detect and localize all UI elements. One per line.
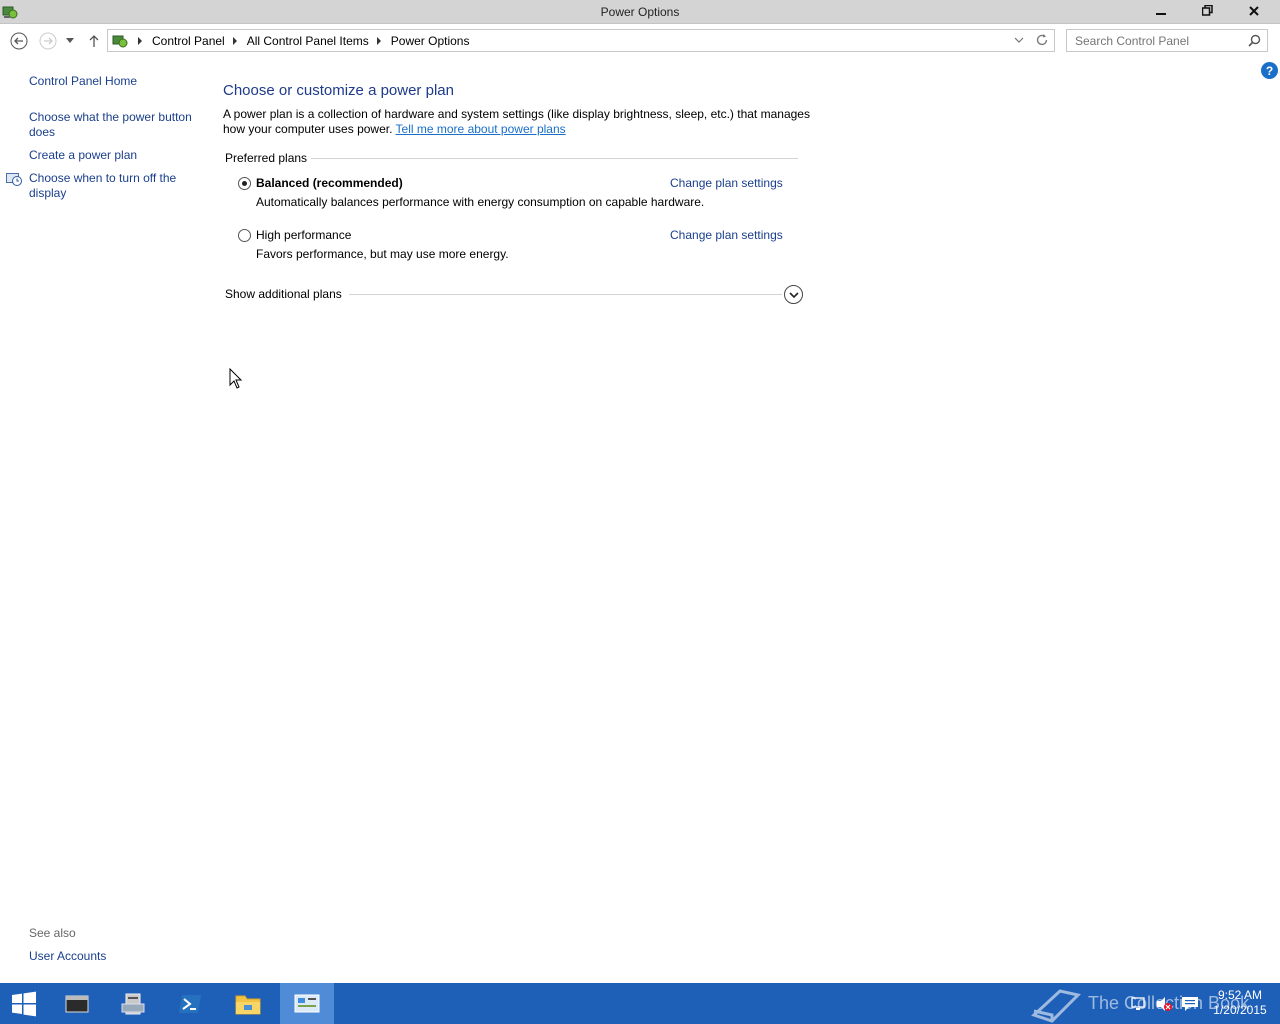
start-button[interactable]: [0, 983, 48, 1024]
breadcrumb-all-control-panel-items[interactable]: All Control Panel Items: [247, 34, 369, 48]
windows-logo-icon: [12, 991, 36, 1016]
task-view-icon: [65, 995, 89, 1012]
window-title: Power Options: [600, 5, 680, 19]
plan-balanced-change-settings-link[interactable]: Change plan settings: [670, 176, 783, 190]
learn-more-link[interactable]: Tell me more about power plans: [396, 122, 566, 136]
notification-icon: [1182, 996, 1198, 1011]
plan-high-performance-radio[interactable]: [238, 229, 251, 242]
network-tray-button[interactable]: [1128, 983, 1148, 1024]
volume-tray-button[interactable]: [1153, 983, 1175, 1024]
system-clock[interactable]: 9:52 AM 1/20/2015: [1205, 988, 1275, 1018]
plan-high-performance-name[interactable]: High performance: [256, 228, 351, 242]
breadcrumb-control-panel[interactable]: Control Panel: [152, 34, 225, 48]
forward-button[interactable]: [38, 31, 58, 51]
plan-balanced-description: Automatically balances performance with …: [256, 195, 705, 209]
page-title: Choose or customize a power plan: [223, 82, 454, 99]
expand-additional-plans-button[interactable]: [784, 285, 803, 304]
help-button[interactable]: ?: [1261, 62, 1278, 79]
breadcrumb-separator-icon[interactable]: [376, 37, 381, 45]
clock-date: 1/20/2015: [1213, 1003, 1267, 1017]
address-history-chevron-icon[interactable]: [1014, 35, 1024, 45]
address-bar[interactable]: Control Panel All Control Panel Items Po…: [107, 29, 1055, 52]
close-icon: [1249, 5, 1259, 16]
page-description: A power plan is a collection of hardware…: [223, 107, 813, 137]
chevron-down-icon: [66, 38, 74, 43]
restore-icon: [1201, 5, 1213, 16]
chevron-down-icon: [788, 291, 799, 298]
breadcrumb-power-options[interactable]: Power Options: [391, 34, 470, 48]
back-button[interactable]: [9, 31, 29, 51]
control-panel-icon: [112, 35, 128, 48]
breadcrumb-separator-icon[interactable]: [138, 37, 142, 45]
create-power-plan-link[interactable]: Create a power plan: [29, 148, 204, 163]
left-navigation-pane: Control Panel Home Choose what the power…: [0, 57, 210, 983]
see-also-heading: See also: [29, 926, 76, 940]
up-arrow-icon: [89, 35, 99, 47]
restore-button[interactable]: [1184, 0, 1230, 21]
control-panel-home-link[interactable]: Control Panel Home: [29, 74, 204, 89]
preferred-plans-divider: [311, 158, 798, 159]
mouse-cursor-icon: [229, 368, 243, 389]
minimize-button[interactable]: [1138, 0, 1184, 21]
folder-icon: [235, 995, 261, 1014]
breadcrumb-separator-icon[interactable]: [232, 37, 237, 45]
additional-plans-divider: [349, 294, 782, 295]
plan-high-performance-change-settings-link[interactable]: Change plan settings: [670, 228, 783, 242]
breadcrumb: Control Panel All Control Panel Items Po…: [132, 34, 469, 48]
task-view-button[interactable]: [51, 983, 103, 1024]
search-input[interactable]: [1067, 30, 1243, 51]
navigation-bar: Control Panel All Control Panel Items Po…: [0, 25, 1280, 57]
action-center-button[interactable]: [1178, 983, 1202, 1024]
up-button[interactable]: [84, 31, 104, 51]
file-explorer-button[interactable]: [222, 983, 274, 1024]
help-icon: ?: [1265, 63, 1274, 78]
powershell-icon: [179, 994, 201, 1013]
title-bar: Power Options: [0, 0, 1280, 24]
server-manager-button[interactable]: [107, 983, 159, 1024]
refresh-icon[interactable]: [1035, 33, 1049, 47]
search-box[interactable]: [1066, 29, 1268, 52]
show-additional-plans-label[interactable]: Show additional plans: [225, 287, 342, 301]
display-clock-icon: [6, 173, 22, 186]
control-panel-taskbar-button[interactable]: [280, 983, 334, 1024]
speaker-muted-icon: [1157, 996, 1172, 1011]
plan-balanced-radio[interactable]: [238, 177, 251, 190]
control-panel-icon: [294, 994, 320, 1012]
power-button-settings-link[interactable]: Choose what the power button does: [29, 110, 204, 140]
recent-locations-button[interactable]: [62, 31, 78, 51]
clock-time: 9:52 AM: [1217, 988, 1263, 1002]
plan-high-performance-description: Favors performance, but may use more ene…: [256, 247, 509, 261]
forward-arrow-icon: [39, 32, 57, 50]
close-button[interactable]: [1230, 0, 1278, 21]
server-manager-icon: [121, 993, 145, 1014]
powershell-button[interactable]: [164, 983, 216, 1024]
user-accounts-link[interactable]: User Accounts: [29, 949, 204, 964]
minimize-icon: [1156, 12, 1166, 15]
network-icon: [1131, 996, 1145, 1010]
book-logo-icon: [1031, 988, 1081, 1023]
turn-off-display-link[interactable]: Choose when to turn off the display: [29, 171, 204, 201]
plan-balanced-name[interactable]: Balanced (recommended): [256, 176, 403, 190]
back-arrow-icon: [10, 32, 28, 50]
preferred-plans-heading: Preferred plans: [225, 151, 308, 165]
search-icon[interactable]: [1248, 34, 1261, 47]
taskbar: The Collection Book 9:52 AM 1/20/2015: [0, 983, 1280, 1024]
